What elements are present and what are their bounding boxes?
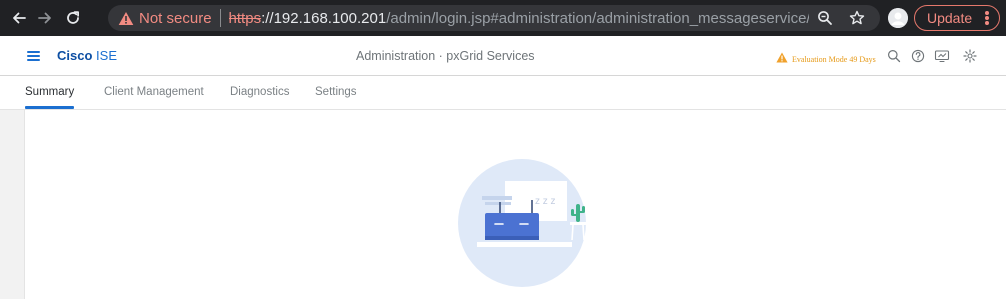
search-icon[interactable] (886, 48, 902, 64)
tab-diagnostics[interactable]: Diagnostics (230, 86, 289, 98)
security-label[interactable]: Not secure (139, 10, 212, 27)
star-icon[interactable] (848, 9, 866, 27)
url-path: /admin/login.jsp#administration/administ… (386, 9, 809, 27)
url-scheme: https (228, 9, 262, 27)
active-tab-indicator (25, 106, 74, 109)
url-divider (219, 9, 221, 27)
tab-summary[interactable]: Summary (25, 86, 74, 98)
main-content: z z z (25, 110, 1006, 299)
evaluation-text: Evaluation Mode 49 Days (792, 54, 876, 64)
url-text[interactable]: https://192.168.100.201/admin/login.jsp#… (229, 10, 809, 27)
app-header: Cisco ISE Administration · pxGrid Servic… (0, 36, 1006, 76)
update-button[interactable]: Update (914, 5, 1000, 31)
evaluation-badge[interactable]: Evaluation Mode 49 Days (776, 50, 876, 68)
warning-icon[interactable] (118, 10, 134, 26)
help-icon[interactable] (910, 48, 926, 64)
update-label: Update (927, 10, 973, 26)
menu-icon[interactable] (27, 51, 40, 61)
sleep-text: z z z (535, 196, 556, 207)
gear-icon[interactable] (962, 48, 978, 64)
tab-client-management[interactable]: Client Management (104, 86, 204, 98)
url-host: ://192.168.100.201 (261, 9, 387, 27)
tab-bar: Summary Client Management Diagnostics Se… (0, 76, 1006, 110)
brand-product: ISE (96, 48, 117, 63)
zoom-icon[interactable] (816, 9, 834, 27)
browser-toolbar: Not secure https://192.168.100.201/admin… (0, 0, 1006, 36)
forward-arrow-icon[interactable] (34, 7, 56, 29)
page-title: Administration · pxGrid Services (356, 49, 535, 63)
address-bar[interactable]: Not secure https://192.168.100.201/admin… (108, 5, 880, 31)
monitor-icon[interactable] (934, 48, 950, 64)
back-arrow-icon[interactable] (8, 7, 30, 29)
profile-avatar[interactable] (888, 8, 908, 28)
more-vertical-icon[interactable] (985, 11, 989, 25)
left-gutter (0, 110, 25, 299)
reload-icon[interactable] (62, 7, 84, 29)
brand-cisco: Cisco (57, 48, 93, 63)
empty-state-illustration: z z z (458, 159, 586, 287)
warning-icon (776, 50, 788, 68)
tab-settings[interactable]: Settings (315, 86, 357, 98)
brand-logo[interactable]: Cisco ISE (57, 48, 117, 63)
